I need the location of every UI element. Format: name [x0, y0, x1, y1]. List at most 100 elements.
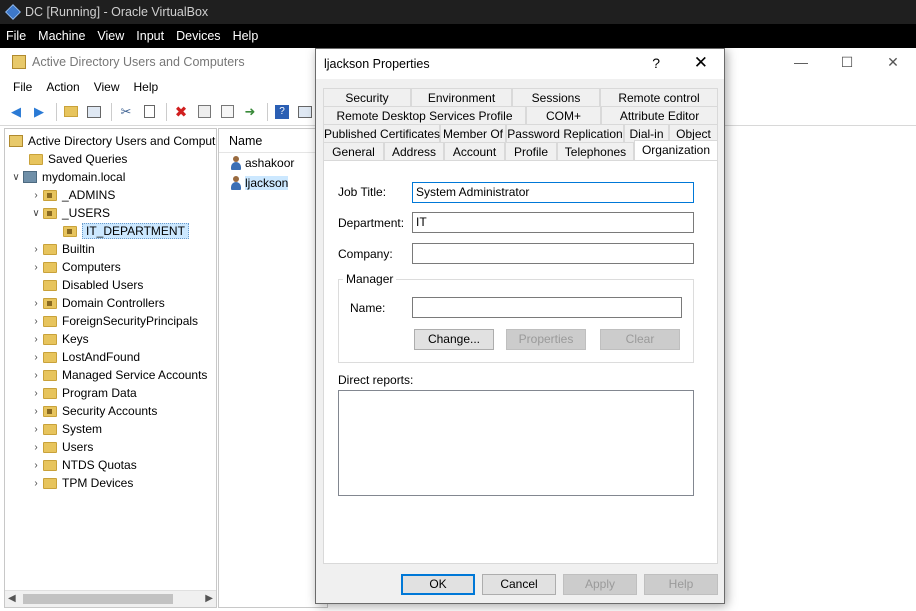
- expand-chevron-icon[interactable]: ›: [29, 298, 43, 309]
- scroll-left-icon[interactable]: ◀: [8, 593, 16, 604]
- direct-reports-list[interactable]: [338, 390, 694, 496]
- tree-item-computers[interactable]: › Computers: [29, 258, 120, 276]
- expand-chevron-icon[interactable]: ›: [29, 442, 43, 453]
- help-icon[interactable]: ?: [272, 103, 292, 121]
- apply-button[interactable]: Apply: [563, 574, 637, 595]
- expand-chevron-icon[interactable]: ›: [29, 478, 43, 489]
- expand-chevron-icon[interactable]: ›: [29, 316, 43, 327]
- ok-button[interactable]: OK: [401, 574, 475, 595]
- tree-item-users[interactable]: › Users: [29, 438, 93, 456]
- vbox-menu-view[interactable]: View: [91, 29, 130, 43]
- expand-chevron-icon[interactable]: ›: [29, 352, 43, 363]
- vbox-menu-input[interactable]: Input: [130, 29, 170, 43]
- cut-icon[interactable]: ✂: [116, 103, 136, 121]
- tab-password-replication[interactable]: Password Replication: [506, 124, 624, 142]
- list-item-ashakoor[interactable]: ashakoor: [219, 153, 327, 173]
- tree-item-domain[interactable]: ∨ mydomain.local: [9, 168, 125, 186]
- tab-com-plus[interactable]: COM+: [526, 106, 601, 124]
- up-folder-icon[interactable]: [61, 103, 81, 121]
- scrollbar-thumb[interactable]: [23, 594, 173, 604]
- aduc-menu-file[interactable]: File: [6, 80, 39, 94]
- vbox-menu-file[interactable]: File: [0, 29, 32, 43]
- tab-address[interactable]: Address: [384, 142, 444, 160]
- clear-manager-button[interactable]: Clear: [600, 329, 680, 350]
- show-tree-icon[interactable]: [84, 103, 104, 121]
- expand-chevron-icon[interactable]: ›: [29, 388, 43, 399]
- expand-chevron-icon[interactable]: ›: [29, 244, 43, 255]
- expand-chevron-icon[interactable]: ›: [29, 460, 43, 471]
- tree-item-domain-controllers[interactable]: › Domain Controllers: [29, 294, 164, 312]
- list-item-ljackson[interactable]: ljackson: [219, 173, 327, 193]
- manager-name-field[interactable]: [412, 297, 682, 318]
- tree-root[interactable]: Active Directory Users and Comput: [9, 132, 215, 150]
- aduc-menu-help[interactable]: Help: [127, 80, 166, 94]
- expand-chevron-icon[interactable]: ›: [29, 370, 43, 381]
- tree-item-saved-queries[interactable]: Saved Queries: [15, 150, 127, 168]
- delete-icon[interactable]: ✖: [171, 103, 191, 121]
- company-field[interactable]: [412, 243, 694, 264]
- properties-icon[interactable]: [194, 103, 214, 121]
- tab-published-certificates[interactable]: Published Certificates: [323, 124, 440, 142]
- tree-item-users-ou[interactable]: ∨ _USERS: [29, 204, 110, 222]
- tree-item-admins[interactable]: › _ADMINS: [29, 186, 115, 204]
- expand-chevron-icon[interactable]: ›: [29, 424, 43, 435]
- expand-chevron-icon[interactable]: ›: [29, 406, 43, 417]
- tab-telephones[interactable]: Telephones: [557, 142, 634, 160]
- tree-item-keys[interactable]: › Keys: [29, 330, 88, 348]
- dialog-close-button[interactable]: ✕: [694, 53, 708, 73]
- vbox-menu-machine[interactable]: Machine: [32, 29, 91, 43]
- help-button[interactable]: Help: [644, 574, 718, 595]
- tree-item-disabled-users[interactable]: Disabled Users: [29, 276, 143, 294]
- tree-item-it-department[interactable]: IT_DEPARTMENT: [49, 222, 189, 240]
- expand-chevron-icon[interactable]: ›: [29, 262, 43, 273]
- tab-environment[interactable]: Environment: [411, 88, 512, 106]
- tree-item-ntds-quotas[interactable]: › NTDS Quotas: [29, 456, 136, 474]
- vbox-menu-devices[interactable]: Devices: [170, 29, 226, 43]
- manager-properties-button[interactable]: Properties: [506, 329, 586, 350]
- aduc-menu-view[interactable]: View: [87, 80, 127, 94]
- job-title-field[interactable]: System Administrator: [412, 182, 694, 203]
- company-label: Company:: [338, 247, 393, 261]
- collapse-chevron-icon[interactable]: ∨: [29, 208, 43, 219]
- tree-item-builtin[interactable]: › Builtin: [29, 240, 94, 258]
- copy-icon[interactable]: [139, 103, 159, 121]
- tab-profile[interactable]: Profile: [505, 142, 557, 160]
- tree-item-security-accounts[interactable]: › Security Accounts: [29, 402, 157, 420]
- tab-member-of[interactable]: Member Of: [440, 124, 506, 142]
- maximize-button[interactable]: ☐: [824, 48, 870, 76]
- scroll-right-icon[interactable]: ▶: [205, 593, 213, 604]
- tree-item-label: IT_DEPARTMENT: [82, 223, 189, 239]
- department-field[interactable]: IT: [412, 212, 694, 233]
- close-window-button[interactable]: ✕: [870, 48, 916, 76]
- tab-account[interactable]: Account: [444, 142, 505, 160]
- console-icon[interactable]: [295, 103, 315, 121]
- collapse-chevron-icon[interactable]: ∨: [9, 172, 23, 183]
- back-arrow-icon[interactable]: ◀: [6, 103, 26, 121]
- tree-horizontal-scrollbar[interactable]: ◀ ▶: [5, 590, 216, 607]
- export-icon[interactable]: ➜: [240, 103, 260, 121]
- tab-attribute-editor[interactable]: Attribute Editor: [601, 106, 718, 124]
- tab-remote-control[interactable]: Remote control: [600, 88, 718, 106]
- forward-arrow-icon[interactable]: ▶: [29, 103, 49, 121]
- tab-sessions[interactable]: Sessions: [512, 88, 600, 106]
- column-header-name[interactable]: Name: [219, 129, 327, 153]
- vbox-menu-help[interactable]: Help: [227, 29, 265, 43]
- tree-item-lost-and-found[interactable]: › LostAndFound: [29, 348, 140, 366]
- tab-remote-desktop-services-profile[interactable]: Remote Desktop Services Profile: [323, 106, 526, 124]
- change-manager-button[interactable]: Change...: [414, 329, 494, 350]
- tree-item-foreign-security-principals[interactable]: › ForeignSecurityPrincipals: [29, 312, 198, 330]
- tab-general[interactable]: General: [323, 142, 384, 160]
- expand-chevron-icon[interactable]: ›: [29, 190, 43, 201]
- tab-organization[interactable]: Organization: [634, 140, 718, 160]
- expand-chevron-icon[interactable]: ›: [29, 334, 43, 345]
- refresh-icon[interactable]: [217, 103, 237, 121]
- tree-item-program-data[interactable]: › Program Data: [29, 384, 136, 402]
- cancel-button[interactable]: Cancel: [482, 574, 556, 595]
- minimize-button[interactable]: —: [778, 48, 824, 76]
- dialog-help-button[interactable]: ?: [652, 55, 660, 71]
- tree-item-managed-service-accounts[interactable]: › Managed Service Accounts: [29, 366, 207, 384]
- tree-item-tpm-devices[interactable]: › TPM Devices: [29, 474, 133, 492]
- tab-security[interactable]: Security: [323, 88, 411, 106]
- tree-item-system[interactable]: › System: [29, 420, 102, 438]
- aduc-menu-action[interactable]: Action: [39, 80, 86, 94]
